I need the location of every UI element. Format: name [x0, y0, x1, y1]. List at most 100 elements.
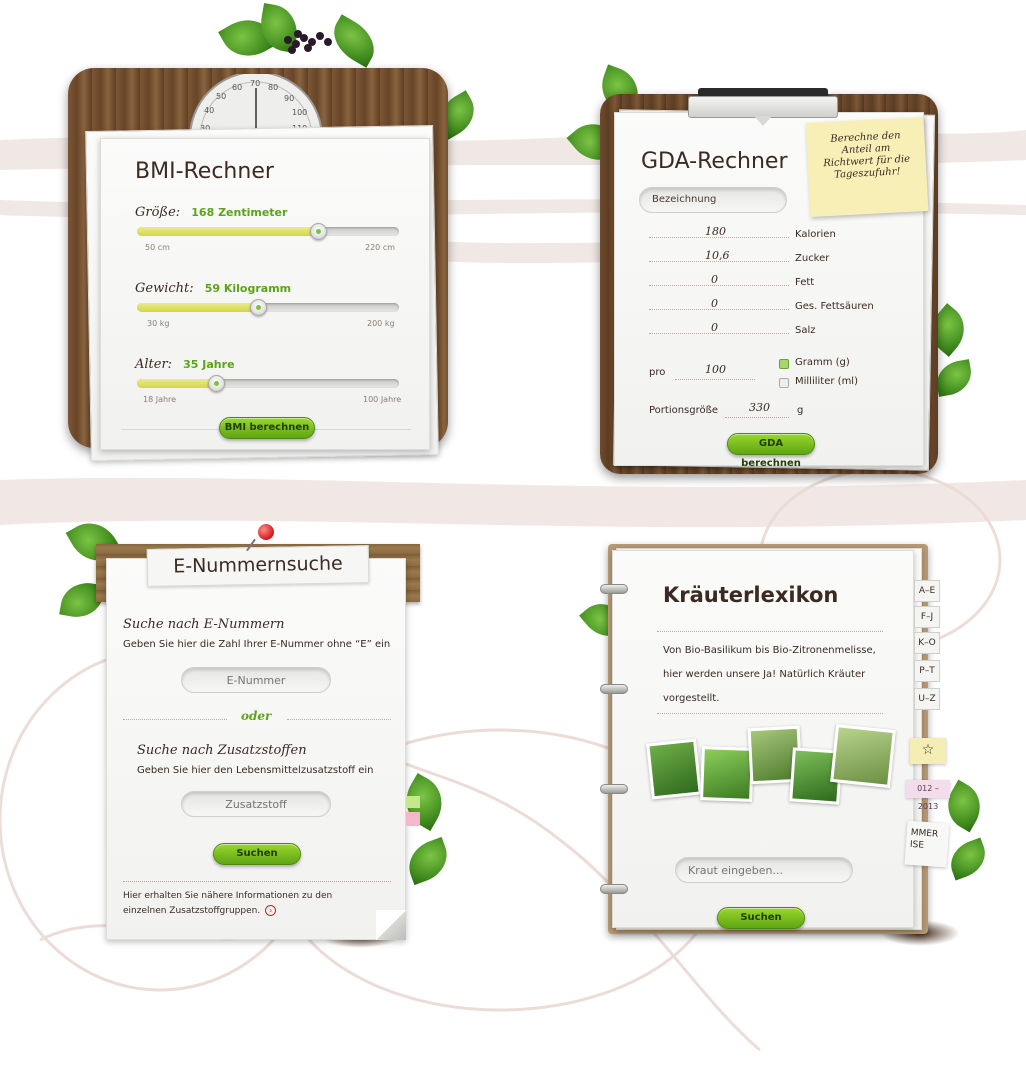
height-slider-fill [137, 227, 318, 236]
herb-search-input[interactable] [675, 857, 853, 883]
info-link[interactable]: Hier erhalten Sie nähere Informationen z… [123, 889, 353, 919]
gauge-tick: 90 [284, 94, 295, 103]
binder-ring-icon [600, 784, 628, 794]
dotted-line [675, 379, 755, 380]
register-tab[interactable]: F–J [914, 606, 940, 628]
dotted-line [123, 719, 227, 720]
register-tab-label[interactable]: U–Z [918, 694, 935, 704]
enum-paper: E-Nummernsuche Suche nach E-Nummern Gebe… [106, 545, 406, 940]
weight-slider-knob[interactable] [249, 299, 267, 316]
gauge-tick: 40 [204, 106, 215, 115]
herb-search-button[interactable]: Suchen [717, 907, 805, 929]
gauge-tick: 100 [292, 108, 308, 117]
register-tab[interactable]: U–Z [914, 688, 940, 710]
gda-row-label: Ges. Fettsäuren [795, 301, 874, 312]
gda-row-value[interactable]: 0 [711, 273, 718, 286]
gda-name-input[interactable]: Bezeichnung [639, 187, 787, 213]
age-row: Alter: 35 Jahre [135, 353, 235, 372]
dotted-line [287, 719, 391, 720]
weight-slider[interactable] [137, 299, 399, 316]
enum-widget: E-Nummernsuche Suche nach E-Nummern Gebe… [59, 500, 460, 960]
side-tab [406, 812, 420, 826]
additive-desc: Geben Sie hier den Lebensmittelzusatzsto… [137, 765, 374, 776]
herb-photo[interactable] [700, 746, 754, 802]
portion-label: Portionsgröße [649, 405, 719, 416]
age-min: 18 Jahre [143, 395, 177, 404]
height-slider[interactable] [137, 223, 399, 240]
checkbox-unchecked-icon[interactable] [779, 378, 789, 388]
binder-ring-icon [600, 584, 628, 594]
gda-row-value[interactable]: 10,6 [705, 249, 730, 262]
bmi-title: BMI-Rechner [135, 159, 274, 184]
dotted-line [657, 631, 883, 632]
dotted-line [725, 417, 789, 418]
register-tab[interactable]: P–T [914, 660, 940, 682]
binder-ring-icon [600, 684, 628, 694]
gauge-tick: 80 [268, 83, 279, 92]
age-max: 100 Jahre [363, 395, 402, 404]
additive-input[interactable] [181, 791, 331, 817]
herbs-title: Kräuterlexikon [663, 583, 839, 607]
enum-search-title: Suche nach E-Nummern [123, 617, 285, 632]
herbs-paper: Kräuterlexikon Von Bio-Basilikum bis Bio… [612, 550, 914, 929]
elderberry-icon [284, 30, 332, 54]
register-tab-label[interactable]: F–J [921, 612, 933, 622]
additive-title: Suche nach Zusatzstoffen [137, 743, 307, 758]
sommer-note: MMER ISE [904, 820, 950, 868]
gda-row: 0 Salz [649, 319, 889, 341]
gda-row: 0 Fett [649, 271, 889, 293]
register-tab-label[interactable]: A–E [919, 586, 935, 596]
leaf-decoration [933, 359, 975, 397]
date-note: 012 – 2013 [906, 780, 950, 811]
height-min: 50 cm [145, 243, 170, 252]
page-curl [376, 910, 406, 940]
age-slider-knob[interactable] [207, 375, 225, 392]
gda-row-label: Kalorien [795, 229, 836, 240]
register-tab[interactable]: A–E [914, 580, 940, 602]
gda-row: 180 Kalorien [649, 223, 889, 245]
gda-row-value[interactable]: 0 [711, 321, 718, 334]
gda-calculate-button[interactable]: GDA berechnen [727, 433, 815, 469]
arrow-right-circle-icon[interactable]: › [265, 905, 277, 916]
dotted-line [657, 713, 883, 714]
binder-ring-icon [600, 884, 628, 894]
info-link-text[interactable]: Hier erhalten Sie nähere Informationen z… [123, 891, 332, 916]
gda-row-value[interactable]: 180 [705, 225, 726, 238]
age-slider[interactable] [137, 375, 399, 392]
portion-unit: g [797, 405, 804, 416]
herbs-widget: Kräuterlexikon Von Bio-Basilikum bis Bio… [579, 520, 1000, 960]
portion-value[interactable]: 330 [749, 401, 770, 414]
checkbox-checked-icon[interactable] [779, 359, 789, 369]
gda-row-value[interactable]: 0 [711, 297, 718, 310]
oder-label: oder [241, 709, 272, 723]
star-note: ☆ [910, 738, 946, 764]
gda-row-label: Zucker [795, 253, 830, 264]
enum-search-button[interactable]: Suchen [213, 843, 301, 865]
height-value: 168 Zentimeter [191, 206, 288, 219]
dotted-line [123, 881, 391, 882]
register-tab-label[interactable]: P–T [919, 666, 934, 676]
weight-max: 200 kg [367, 319, 395, 328]
pro-label: pro [649, 367, 666, 378]
leaf-decoration [402, 836, 454, 886]
gda-row: 0 Ges. Fettsäuren [649, 295, 889, 317]
pro-value[interactable]: 100 [705, 363, 726, 376]
gauge-tick: 50 [216, 92, 227, 101]
dotted-line [649, 309, 789, 310]
register-tab-label[interactable]: K–O [918, 638, 936, 648]
weight-value: 59 Kilogramm [204, 282, 292, 295]
herb-photo[interactable] [830, 724, 896, 788]
gda-sticky-note: Berechne den Anteil am Richtwert für die… [805, 116, 929, 218]
register-tab[interactable]: K–O [914, 632, 940, 654]
date-note-text: 012 – 2013 [917, 784, 939, 811]
gda-row: 10,6 Zucker [649, 247, 889, 269]
leaf-decoration [944, 837, 992, 881]
gda-title: GDA-Rechner [641, 149, 788, 174]
red-pin-icon [258, 524, 274, 540]
bmi-widget: 30 40 50 60 70 80 90 100 110 BMI-Rechner… [60, 0, 483, 480]
height-slider-knob[interactable] [309, 223, 327, 240]
bmi-calculate-button[interactable]: BMI berechnen [219, 417, 315, 439]
enum-number-input[interactable] [181, 667, 331, 693]
herb-photo[interactable] [646, 738, 702, 800]
star-icon: ☆ [921, 742, 935, 758]
